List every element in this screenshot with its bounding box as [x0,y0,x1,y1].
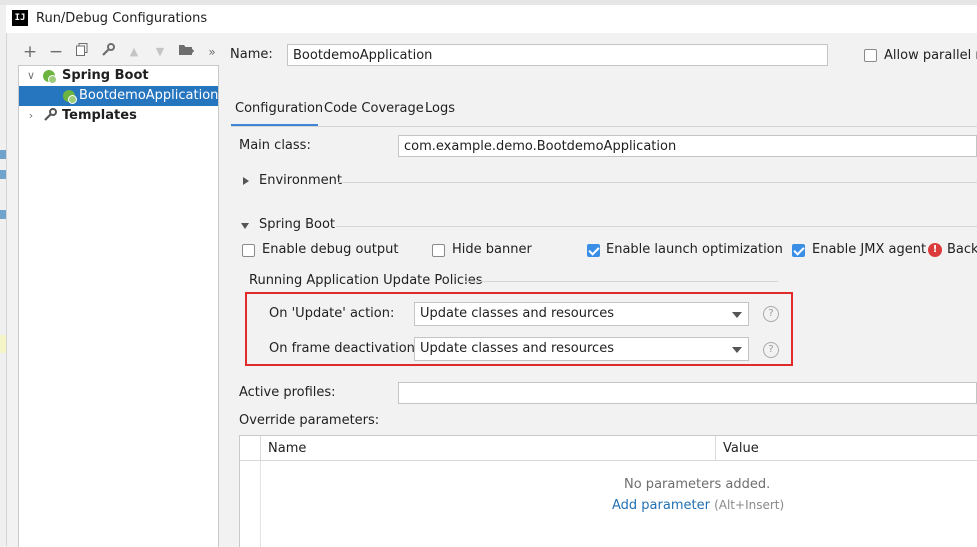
background-ide-mark [0,335,6,353]
table-gutter-header [240,436,261,461]
chevron-down-icon[interactable]: ∨ [25,66,37,86]
tabs-divider [231,126,977,127]
chevron-right-icon[interactable]: › [25,106,37,126]
move-down-icon[interactable]: ▼ [150,40,170,64]
enable-launch-optimization-label: Enable launch optimization [606,242,783,257]
tree-item-label: Spring Boot [62,68,149,83]
chevron-down-icon[interactable] [241,223,249,229]
config-tree: ∨ Spring Boot BootdemoApplication › Temp… [18,65,219,547]
override-parameters-table: Name Value No parameters added. Add para… [239,435,977,547]
spring-boot-icon [43,70,57,84]
tree-item-label: Templates [62,108,137,123]
warning-icon: ! [928,243,942,257]
name-field[interactable]: BootdemoApplication [287,44,828,66]
empty-state-text: No parameters added. [624,477,771,492]
hide-banner-checkbox[interactable] [432,244,445,257]
tree-item-label: BootdemoApplication [79,88,219,103]
window-title: Run/Debug Configurations [36,11,208,26]
active-profiles-field[interactable] [398,382,977,404]
move-up-icon[interactable]: ▲ [124,40,144,64]
environment-section-label[interactable]: Environment [259,173,342,188]
name-label: Name: [230,47,273,62]
remove-icon[interactable]: − [46,40,66,64]
app-logo-icon: IJ [12,10,28,26]
config-toolbar: + − ▲ ▼ » [18,40,218,64]
wrench-icon[interactable] [98,40,118,64]
enable-launch-optimization-checkbox[interactable] [587,244,600,257]
spring-boot-app-icon [63,90,77,104]
column-header-name[interactable]: Name [261,436,716,461]
folder-icon[interactable] [176,40,196,64]
enable-debug-output-label: Enable debug output [262,242,399,257]
more-icon[interactable]: » [202,40,222,64]
override-parameters-label: Override parameters: [239,413,380,428]
hide-banner-label: Hide banner [452,242,532,257]
main-class-label: Main class: [239,138,311,153]
allow-parallel-label: Allow parallel ru [884,48,977,63]
background-ide-mark [0,150,6,159]
environment-divider [338,182,977,183]
add-parameter-link[interactable]: Add parameter [612,498,710,513]
column-header-label: Value [723,441,759,456]
add-icon[interactable]: + [20,40,40,64]
tree-item-bootdemo-application[interactable]: BootdemoApplication [19,86,218,106]
tab-code-coverage[interactable]: Code Coverage [324,101,424,116]
add-parameter-shortcut: (Alt+Insert) [714,498,785,512]
add-parameter-row: Add parameter (Alt+Insert) [612,498,784,513]
enable-debug-output-checkbox[interactable] [242,244,255,257]
spring-boot-section-label[interactable]: Spring Boot [259,217,335,232]
chevron-right-icon[interactable] [243,177,249,185]
tab-logs[interactable]: Logs [425,101,455,116]
background-compilation-label: Backg [947,242,977,257]
column-header-value[interactable]: Value [716,436,977,461]
tree-item-templates[interactable]: › Templates [19,106,218,126]
enable-jmx-agent-label: Enable JMX agent [812,242,927,257]
enable-jmx-agent-checkbox[interactable] [792,244,805,257]
update-policies-divider [465,281,778,282]
tab-configuration[interactable]: Configuration [235,101,323,116]
background-ide-mark [0,170,6,179]
active-profiles-label: Active profiles: [239,385,336,400]
spring-boot-divider [336,226,977,227]
background-ide-edge [0,5,7,546]
tree-item-spring-boot[interactable]: ∨ Spring Boot [19,66,218,86]
copy-icon[interactable] [72,40,92,64]
wrench-icon [44,108,57,128]
table-gutter [240,461,261,547]
highlight-annotation-box [245,292,793,366]
allow-parallel-checkbox[interactable] [864,49,877,62]
background-ide-mark [0,210,6,219]
main-class-field[interactable]: com.example.demo.BootdemoApplication [398,135,977,157]
update-policies-title: Running Application Update Policies [249,273,483,288]
column-header-label: Name [268,441,307,456]
